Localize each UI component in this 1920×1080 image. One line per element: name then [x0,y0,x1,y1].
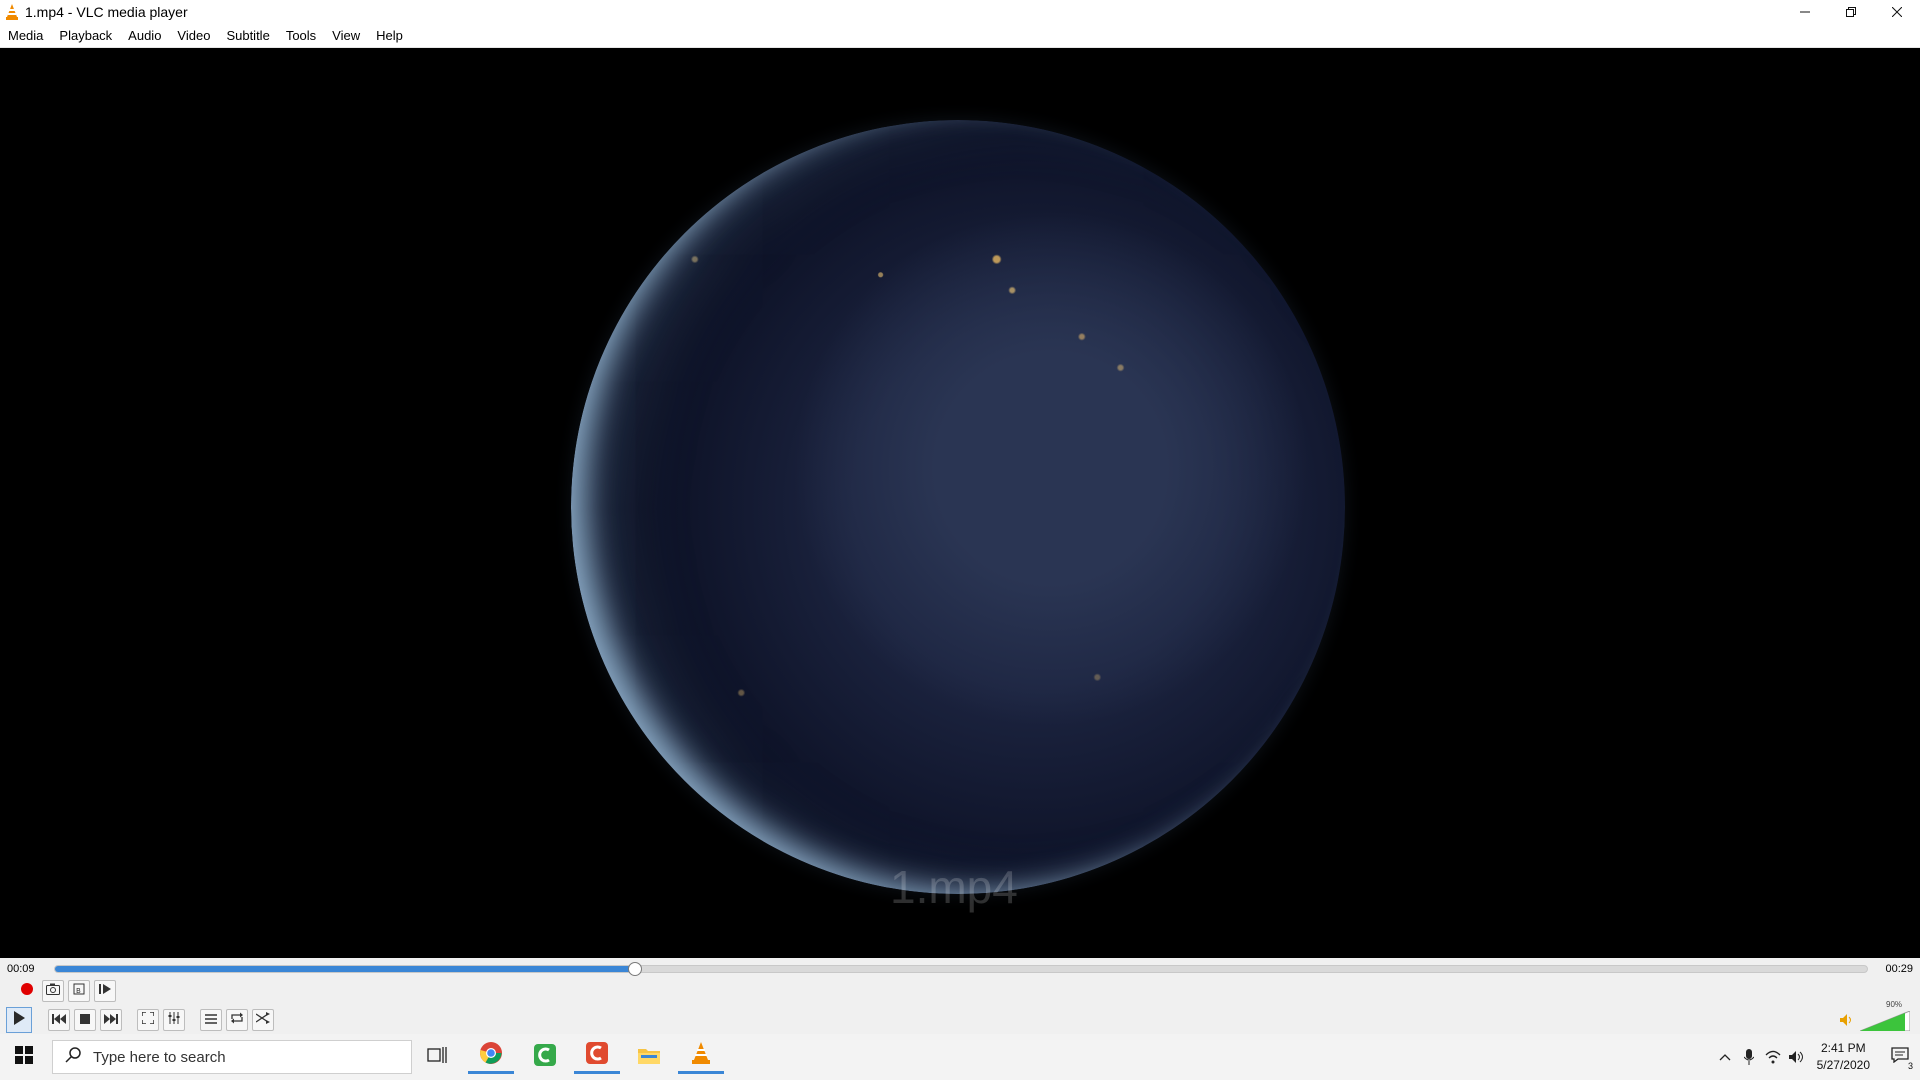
loop-ab-button[interactable]: B [68,980,90,1002]
wifi-icon[interactable] [1761,1034,1785,1080]
window-title: 1.mp4 - VLC media player [25,4,188,20]
menu-view[interactable]: View [324,24,368,47]
fullscreen-button[interactable] [137,1009,159,1031]
chevron-up-icon[interactable] [1713,1034,1737,1080]
next-icon [104,1011,118,1029]
menu-video[interactable]: Video [169,24,218,47]
menu-tools[interactable]: Tools [278,24,324,47]
stop-button[interactable] [74,1009,96,1031]
playlist-icon [205,1011,217,1029]
previous-icon [52,1011,66,1029]
menu-bar: Media Playback Audio Video Subtitle Tool… [0,24,1920,48]
volume-icon[interactable] [1785,1034,1809,1080]
file-explorer-button[interactable] [626,1040,672,1074]
minimize-button[interactable] [1782,0,1828,24]
chrome-taskbar-button[interactable] [468,1040,514,1074]
camtasia-red-icon [585,1041,609,1070]
loop-button[interactable] [226,1009,248,1031]
clock-time: 2:41 PM [1820,1041,1866,1055]
loop-icon [230,1011,244,1029]
vlc-taskbar-button[interactable] [678,1040,724,1074]
play-button[interactable] [6,1007,32,1033]
task-view-button[interactable] [414,1040,460,1074]
total-time: 00:29 [1885,963,1913,975]
task-view-icon [427,1046,447,1069]
camtasia-green-icon [533,1043,557,1072]
menu-help[interactable]: Help [368,24,411,47]
search-icon [65,1046,81,1068]
microphone-icon[interactable] [1737,1034,1761,1080]
camtasia-editor-button[interactable] [574,1040,620,1074]
notification-count: 3 [1907,1061,1913,1071]
earth-image [571,120,1345,894]
stop-icon [80,1011,90,1029]
clock[interactable]: 2:41 PM 5/27/2020 [1817,1040,1870,1074]
system-tray: 2:41 PM 5/27/2020 3 [1713,1034,1920,1080]
frame-step-button[interactable] [94,980,116,1002]
previous-button[interactable] [48,1009,70,1031]
seek-progress [55,966,635,972]
record-icon [20,982,34,1001]
menu-playback[interactable]: Playback [51,24,120,47]
extended-settings-button[interactable] [163,1009,185,1031]
playlist-button[interactable] [200,1009,222,1031]
fullscreen-icon [141,1011,155,1029]
elapsed-time: 00:09 [7,963,35,975]
extended-settings-icon [168,1011,180,1029]
vlc-icon [3,3,21,21]
speaker-icon[interactable] [1840,1013,1854,1031]
loop-ab-icon: B [72,982,86,1001]
menu-media[interactable]: Media [0,24,51,47]
close-button[interactable] [1874,0,1920,24]
volume-control[interactable]: 90% [1840,1000,1910,1031]
video-area[interactable]: 1.mp4 [0,48,1920,958]
title-bar: 1.mp4 - VLC media player [0,0,1920,24]
player-controls: 00:09 00:29 B 90% [0,958,1920,1034]
shuffle-button[interactable] [252,1009,274,1031]
clock-date: 5/27/2020 [1816,1058,1870,1072]
volume-slider[interactable] [1860,1011,1910,1031]
shuffle-icon [255,1011,270,1029]
action-center-button[interactable]: 3 [1880,1034,1920,1080]
notification-icon [1891,1046,1909,1068]
seek-bar[interactable] [54,962,1868,976]
vlc-icon [690,1041,712,1070]
snapshot-icon [46,982,60,1000]
windows-icon [15,1045,33,1069]
menu-audio[interactable]: Audio [120,24,169,47]
next-button[interactable] [100,1009,122,1031]
taskbar: Type here to search 2:41 PM 5/27/2020 3 [0,1034,1920,1080]
camtasia-recorder-button[interactable] [522,1040,568,1074]
snapshot-button[interactable] [42,980,64,1002]
search-placeholder: Type here to search [93,1048,226,1066]
file-explorer-icon [637,1045,661,1070]
svg-text:B: B [76,987,81,995]
play-icon [12,1010,26,1031]
record-button[interactable] [16,980,38,1002]
frame-step-icon [98,982,112,1001]
restore-button[interactable] [1828,0,1874,24]
chrome-icon [479,1041,503,1070]
start-button[interactable] [0,1034,48,1080]
video-title-overlay: 1.mp4 [890,861,1018,913]
volume-label: 90% [1886,1000,1903,1009]
seek-handle[interactable] [627,962,642,976]
taskbar-search[interactable]: Type here to search [52,1040,412,1074]
menu-subtitle[interactable]: Subtitle [218,24,277,47]
